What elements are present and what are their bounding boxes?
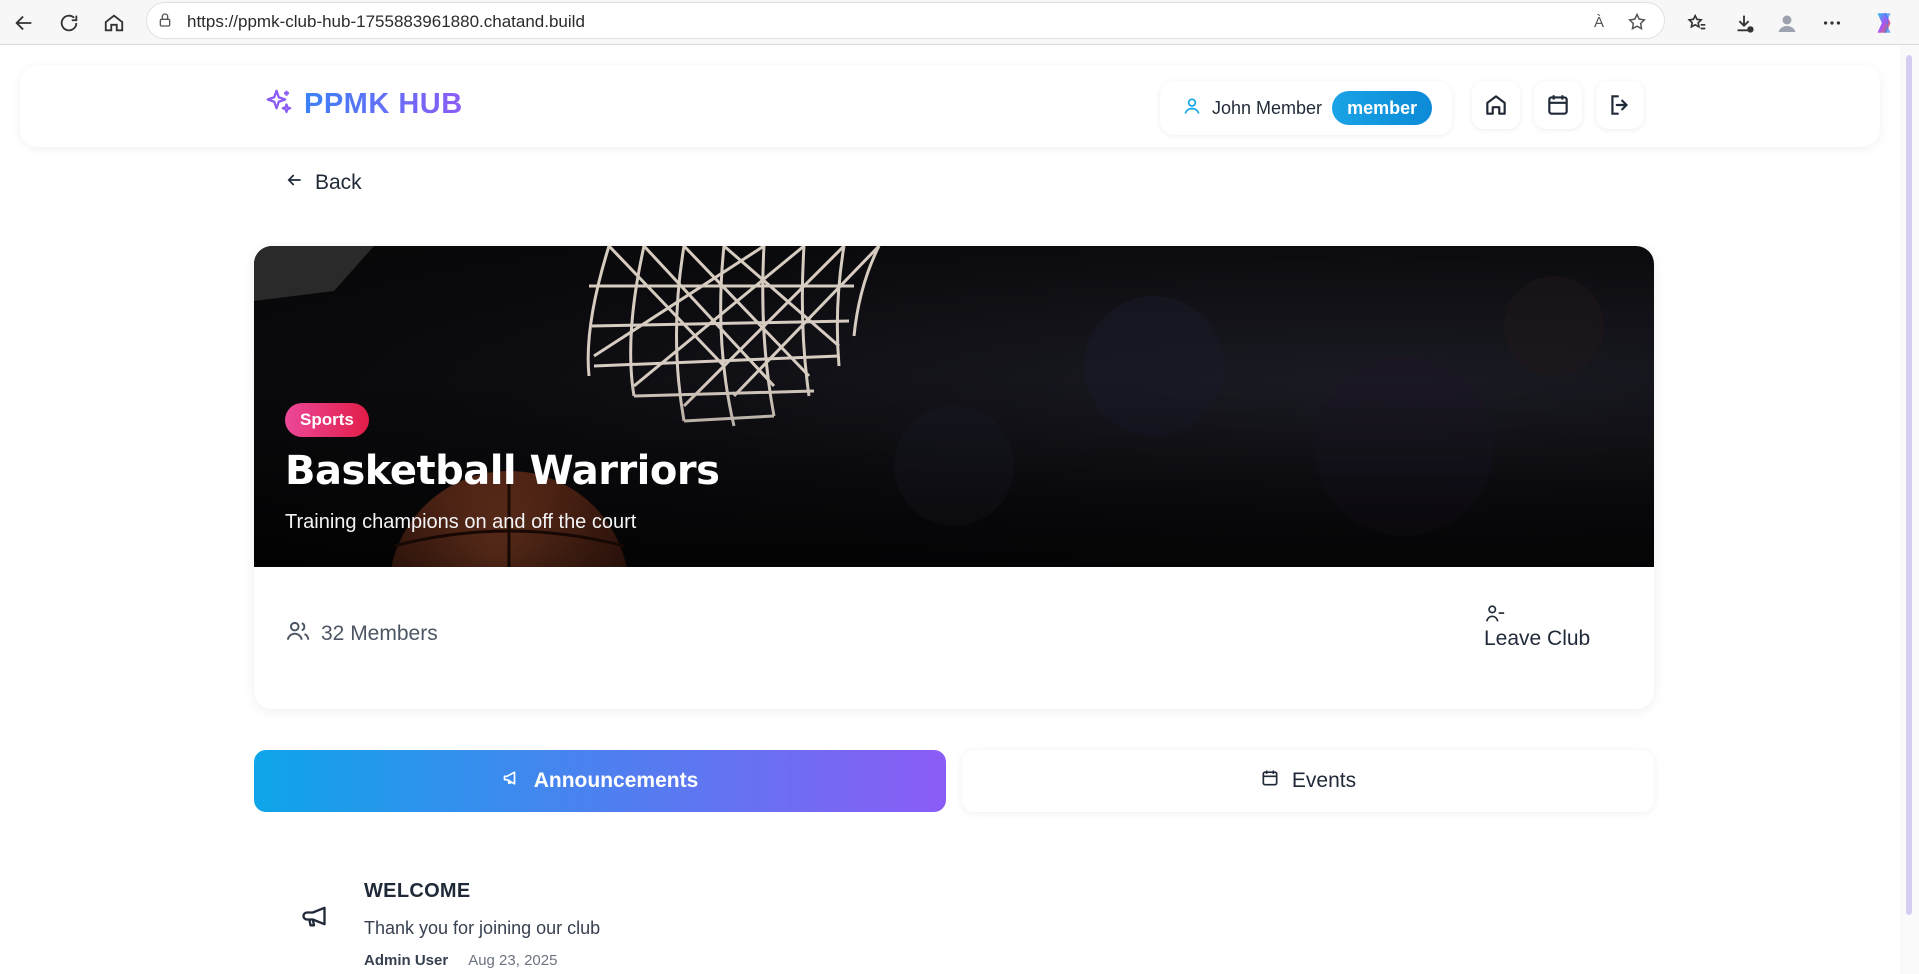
refresh-icon[interactable] [51, 5, 87, 41]
tab-announcements-label: Announcements [533, 769, 699, 792]
user-info: John Member member [1160, 81, 1452, 135]
tab-events-label: Events [1291, 769, 1357, 792]
role-badge: member [1332, 91, 1433, 125]
announcement-date: Aug 23, 2025 [468, 952, 558, 969]
announcement-title: WELCOME [364, 880, 471, 902]
scrollbar-thumb[interactable] [1906, 55, 1912, 915]
user-minus-icon [1484, 603, 1590, 627]
sparkles-icon [264, 87, 294, 122]
members-label: 32 Members [321, 622, 438, 645]
brand-name: PPMK HUB [304, 88, 463, 120]
favorites-icon[interactable] [1679, 5, 1715, 41]
user-name: John Member [1212, 97, 1323, 118]
logout-button[interactable] [1596, 81, 1644, 129]
announcement-item: WELCOME Thank you for joining our club A… [290, 880, 1650, 974]
profile-icon[interactable] [1769, 5, 1805, 41]
back-label: Back [315, 171, 362, 194]
arrow-left-icon [285, 171, 303, 195]
user-icon [1182, 96, 1202, 121]
club-tagline: Training champions on and off the court [285, 511, 637, 533]
club-title: Basketball Warriors [285, 448, 720, 494]
tab-announcements[interactable]: Announcements [254, 750, 946, 812]
club-hero-image: Sports Basketball Warriors Training cham… [254, 246, 1654, 567]
leave-club-button[interactable]: Leave Club [1484, 603, 1590, 651]
calendar-button[interactable] [1534, 81, 1582, 129]
page-content: PPMK HUB John Member member Back Sports … [0, 45, 1900, 974]
calendar-icon [1260, 768, 1280, 794]
copilot-icon[interactable] [1866, 5, 1902, 41]
announcement-meta: Admin User Aug 23, 2025 [364, 952, 557, 969]
calendar-icon [1548, 95, 1568, 115]
club-card: Sports Basketball Warriors Training cham… [254, 246, 1654, 709]
more-options-icon[interactable] [1814, 5, 1850, 41]
downloads-icon[interactable] [1726, 5, 1762, 41]
logout-icon [1611, 95, 1629, 115]
leave-club-label: Leave Club [1484, 627, 1591, 650]
home-button[interactable] [1472, 81, 1520, 129]
announcement-body: Thank you for joining our club [364, 918, 601, 938]
announcement-author: Admin User [364, 952, 449, 969]
favorite-star-icon[interactable] [1625, 10, 1649, 34]
browser-toolbar: https://ppmk-club-hub-1755883961880.chat… [0, 0, 1919, 45]
megaphone-icon [502, 768, 522, 794]
megaphone-icon [300, 902, 328, 935]
app-header: PPMK HUB John Member member [20, 65, 1880, 147]
members-count: 32 Members [285, 618, 438, 650]
brand-logo[interactable]: PPMK HUB [264, 87, 463, 122]
category-badge: Sports [285, 403, 369, 437]
lock-icon [157, 12, 173, 33]
url-text: https://ppmk-club-hub-1755883961880.chat… [187, 12, 585, 31]
back-link[interactable]: Back [285, 171, 362, 195]
page-scrollbar[interactable] [1900, 45, 1919, 974]
home-icon [1486, 95, 1506, 115]
address-bar[interactable]: https://ppmk-club-hub-1755883961880.chat… [146, 2, 1665, 39]
tab-events[interactable]: Events [962, 750, 1654, 812]
read-aloud-icon[interactable]: À [1587, 10, 1611, 34]
home-icon[interactable] [96, 5, 132, 41]
back-arrow-icon[interactable] [6, 5, 42, 41]
users-icon [285, 618, 311, 650]
